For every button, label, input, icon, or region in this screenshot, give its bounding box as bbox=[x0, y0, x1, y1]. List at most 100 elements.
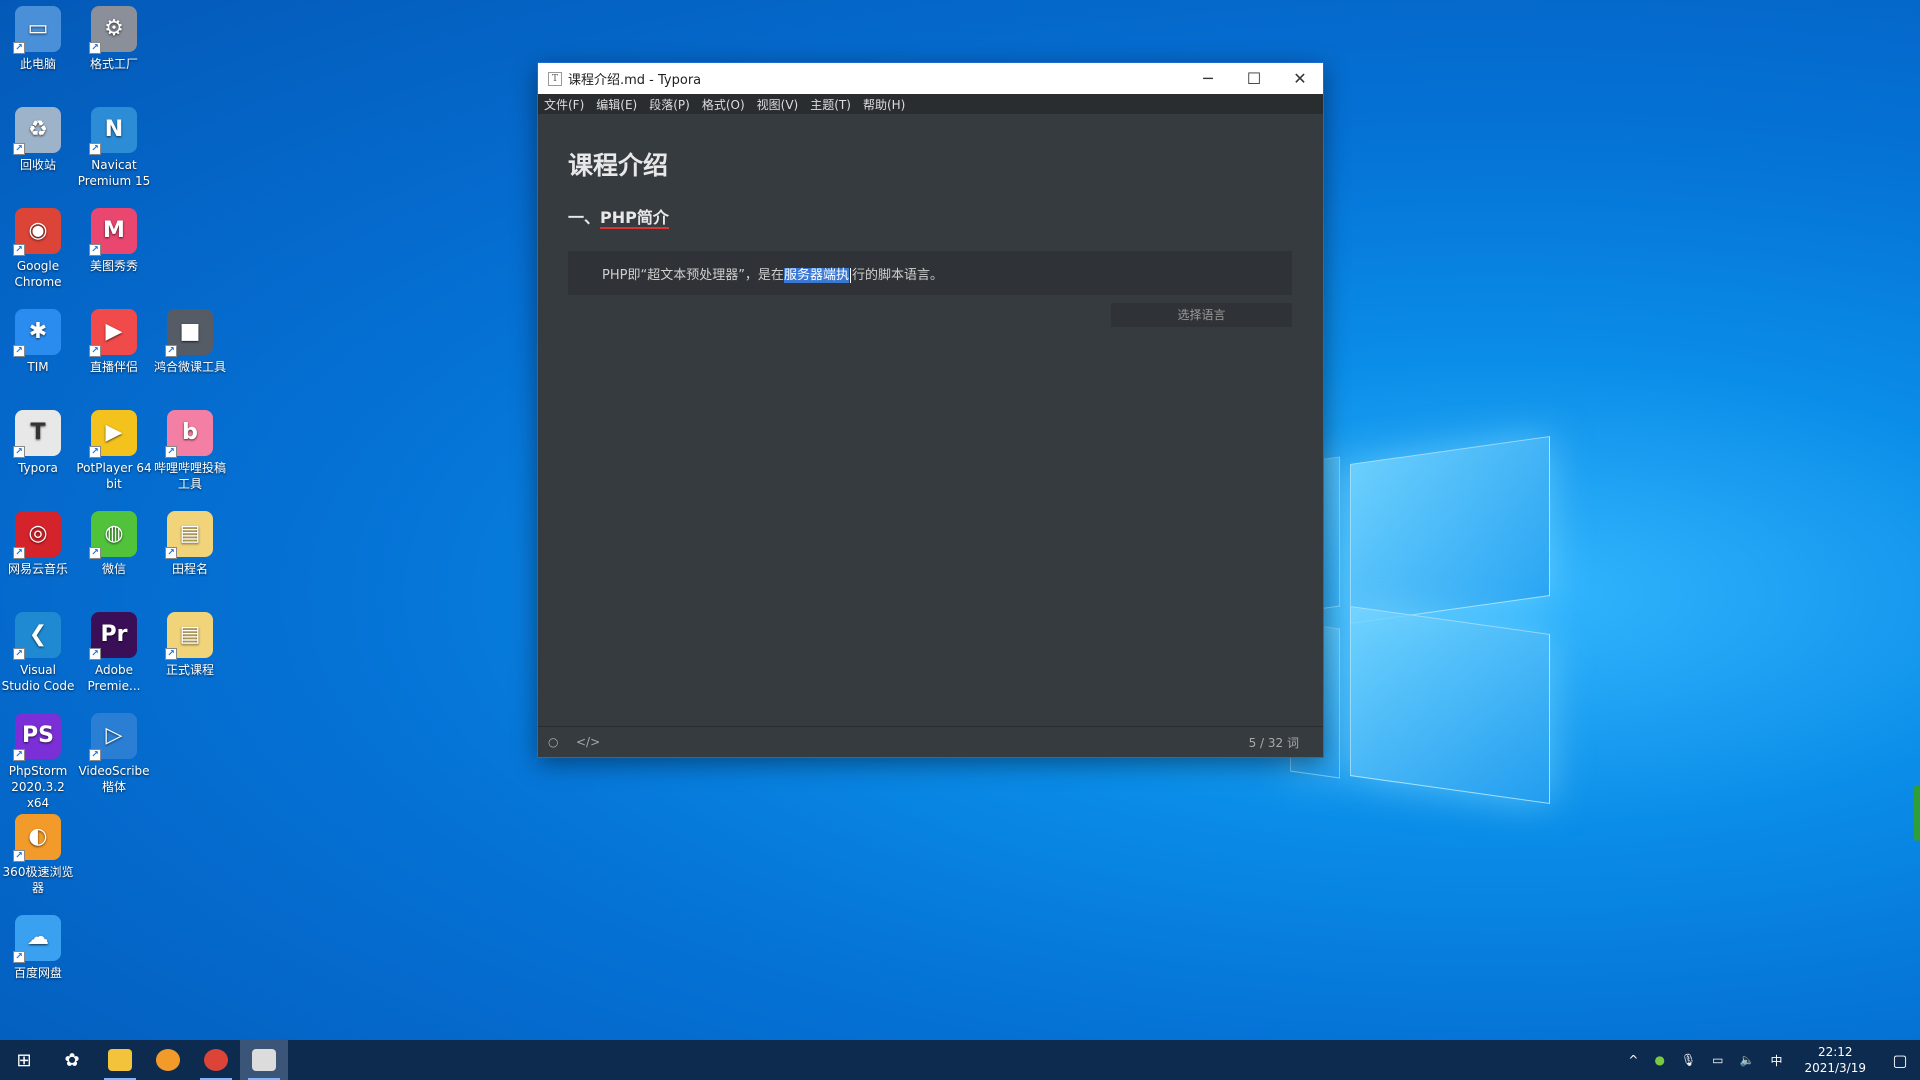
desktop-icon[interactable]: ▶ ↗ 直播伴侣 bbox=[76, 303, 152, 375]
app-icon: ▷ ↗ bbox=[89, 713, 137, 761]
app-icon: ♻ ↗ bbox=[13, 107, 61, 155]
editor-area[interactable]: 课程介绍 一、PHP简介 PHP即“超文本预处理器”，是在服务器端执 行的脚本语言… bbox=[538, 114, 1323, 725]
shortcut-arrow-icon: ↗ bbox=[13, 850, 25, 862]
shortcut-arrow-icon: ↗ bbox=[13, 648, 25, 660]
menu-help[interactable]: 帮助(H) bbox=[863, 96, 905, 113]
menu-format[interactable]: 格式(O) bbox=[702, 96, 745, 113]
clock-time: 22:12 bbox=[1817, 1045, 1853, 1059]
code-text-before: PHP即“超文本预处理器”，是在 bbox=[602, 268, 784, 283]
menu-bar: 文件(F) 编辑(E) 段落(P) 格式(O) 视图(V) 主题(T) 帮助(H… bbox=[538, 94, 1323, 114]
app-icon: T ↗ bbox=[13, 410, 61, 458]
desktop-icon[interactable]: ♻ ↗ 回收站 bbox=[0, 101, 76, 173]
desktop-icon-label: Navicat Premium 15 bbox=[77, 158, 151, 188]
desktop-icon-label: 鸿合微课工具 bbox=[153, 360, 226, 374]
desktop-icon-label: 直播伴侣 bbox=[89, 360, 138, 374]
shortcut-arrow-icon: ↗ bbox=[89, 547, 101, 559]
taskbar: ⊞ ✿ ^ ● 🎙 ▭ 🔈 中 22:12 2021/3/19 ▢ bbox=[0, 1040, 1920, 1080]
shortcut-arrow-icon: ↗ bbox=[89, 648, 101, 660]
desktop-icon[interactable]: T ↗ Typora bbox=[0, 404, 76, 476]
title-bar[interactable]: T 课程介绍.md - Typora ─ ☐ ✕ bbox=[538, 63, 1323, 94]
desktop-icon[interactable]: ❮ ↗ Visual Studio Code bbox=[0, 606, 76, 694]
desktop-icon[interactable]: ✱ ↗ TIM bbox=[0, 303, 76, 375]
desktop-icon[interactable]: ◉ ↗ Google Chrome bbox=[0, 202, 76, 290]
desktop-icon-label: 百度网盘 bbox=[13, 966, 62, 980]
outline-toggle-icon[interactable]: ○ bbox=[548, 735, 566, 749]
desktop-icon[interactable]: ▭ ↗ 此电脑 bbox=[0, 0, 76, 72]
maximize-button[interactable]: ☐ bbox=[1231, 63, 1277, 94]
desktop-icon-label: 网易云音乐 bbox=[7, 562, 68, 576]
shortcut-arrow-icon: ↗ bbox=[165, 648, 177, 660]
desktop-icon-label: 正式课程 bbox=[165, 663, 214, 677]
code-block[interactable]: PHP即“超文本预处理器”，是在服务器端执 行的脚本语言。 bbox=[568, 251, 1292, 295]
word-count[interactable]: 5 / 32 词 bbox=[1249, 734, 1299, 751]
shortcut-arrow-icon: ↗ bbox=[13, 951, 25, 963]
search-icon[interactable]: ✿ bbox=[48, 1040, 96, 1080]
shortcut-arrow-icon: ↗ bbox=[13, 446, 25, 458]
taskbar-typora[interactable] bbox=[240, 1040, 288, 1080]
clock[interactable]: 22:12 2021/3/19 bbox=[1804, 1044, 1866, 1076]
desktop-icon-label: 回收站 bbox=[19, 158, 56, 172]
app-icon: ◍ ↗ bbox=[89, 511, 137, 559]
start-button[interactable]: ⊞ bbox=[0, 1040, 48, 1080]
source-code-mode-icon[interactable]: </> bbox=[576, 735, 606, 749]
chevron-up-icon[interactable]: ^ bbox=[1628, 1053, 1638, 1067]
desktop-icon-grid: ▭ ↗ 此电脑 ⚙ ↗ 格式工厂 ♻ ↗ 回收站 N ↗ Navicat Premium 15 ◉ ↗ Go… bbox=[0, 0, 240, 1040]
desktop-icon[interactable]: N ↗ Navicat Premium 15 bbox=[76, 101, 152, 189]
desktop-icon[interactable]: ▤ ↗ 田程名 bbox=[152, 505, 228, 577]
desktop-icon[interactable]: PS ↗ PhpStorm 2020.3.2 x64 bbox=[0, 707, 76, 811]
menu-paragraph[interactable]: 段落(P) bbox=[649, 96, 690, 113]
heading-2: 一、PHP简介 bbox=[568, 204, 669, 229]
taskbar-chrome[interactable] bbox=[192, 1040, 240, 1080]
tray-app-icon[interactable]: ● bbox=[1654, 1053, 1664, 1067]
app-icon: ◉ ↗ bbox=[13, 208, 61, 256]
desktop-icon[interactable]: ■ ↗ 鸿合微课工具 bbox=[152, 303, 228, 375]
taskbar-360-browser[interactable] bbox=[144, 1040, 192, 1080]
desktop-icon[interactable]: ◎ ↗ 网易云音乐 bbox=[0, 505, 76, 577]
shortcut-arrow-icon: ↗ bbox=[13, 143, 25, 155]
network-icon[interactable]: ▭ bbox=[1712, 1053, 1723, 1067]
volume-icon[interactable]: 🔈 bbox=[1740, 1053, 1755, 1067]
typora-app-icon: T bbox=[548, 71, 562, 86]
desktop-icon[interactable]: Pr ↗ Adobe Premie... bbox=[76, 606, 152, 694]
menu-view[interactable]: 视图(V) bbox=[757, 96, 799, 113]
microphone-icon[interactable]: 🎙 bbox=[1681, 1053, 1696, 1067]
code-language-select[interactable]: 选择语言 bbox=[1111, 303, 1292, 327]
heading-2-prefix: 一、 bbox=[568, 208, 601, 227]
menu-edit[interactable]: 编辑(E) bbox=[596, 96, 637, 113]
desktop-icon[interactable]: ⚙ ↗ 格式工厂 bbox=[76, 0, 152, 72]
app-icon: ▶ ↗ bbox=[89, 410, 137, 458]
desktop-icon-label: Adobe Premie... bbox=[87, 663, 141, 693]
desktop-icon-label: 360极速浏览器 bbox=[2, 865, 74, 895]
desktop-icon[interactable]: b ↗ 哔哩哔哩投稿工具 bbox=[152, 404, 228, 492]
window-title: 课程介绍.md - Typora bbox=[568, 73, 702, 88]
shortcut-arrow-icon: ↗ bbox=[13, 244, 25, 256]
desktop-icon[interactable]: ▷ ↗ VideoScribe 楷体 bbox=[76, 707, 152, 795]
taskbar-file-explorer[interactable] bbox=[96, 1040, 144, 1080]
shortcut-arrow-icon: ↗ bbox=[165, 446, 177, 458]
desktop-icon[interactable]: ☁ ↗ 百度网盘 bbox=[0, 909, 76, 981]
shortcut-arrow-icon: ↗ bbox=[13, 345, 25, 357]
desktop-icon[interactable]: M ↗ 美图秀秀 bbox=[76, 202, 152, 274]
desktop-icon-label: 微信 bbox=[101, 562, 126, 576]
heading-2-text: PHP简介 bbox=[600, 208, 669, 229]
folder-icon bbox=[108, 1049, 132, 1071]
app-icon: ⚙ ↗ bbox=[89, 6, 137, 54]
app-icon: b ↗ bbox=[165, 410, 213, 458]
code-text-selected: 服务器端执 bbox=[783, 268, 849, 283]
desktop-icon-label: PotPlayer 64 bit bbox=[76, 461, 152, 491]
app-icon: ❮ ↗ bbox=[13, 612, 61, 660]
desktop-icon[interactable]: ▶ ↗ PotPlayer 64 bit bbox=[76, 404, 152, 492]
clock-date: 2021/3/19 bbox=[1804, 1061, 1866, 1075]
desktop-icon[interactable]: ▤ ↗ 正式课程 bbox=[152, 606, 228, 678]
desktop-icon[interactable]: ◍ ↗ 微信 bbox=[76, 505, 152, 577]
shortcut-arrow-icon: ↗ bbox=[89, 244, 101, 256]
notification-icon[interactable]: ▢ bbox=[1880, 1040, 1920, 1080]
desktop-icon[interactable]: ◐ ↗ 360极速浏览器 bbox=[0, 808, 76, 896]
close-button[interactable]: ✕ bbox=[1277, 63, 1323, 94]
menu-file[interactable]: 文件(F) bbox=[544, 96, 584, 113]
ime-indicator[interactable]: 中 bbox=[1770, 1052, 1782, 1069]
menu-theme[interactable]: 主题(T) bbox=[810, 96, 851, 113]
minimize-button[interactable]: ─ bbox=[1185, 63, 1231, 94]
desktop-icon-label: PhpStorm 2020.3.2 x64 bbox=[8, 764, 68, 810]
desktop-icon-label: Typora bbox=[18, 461, 58, 475]
